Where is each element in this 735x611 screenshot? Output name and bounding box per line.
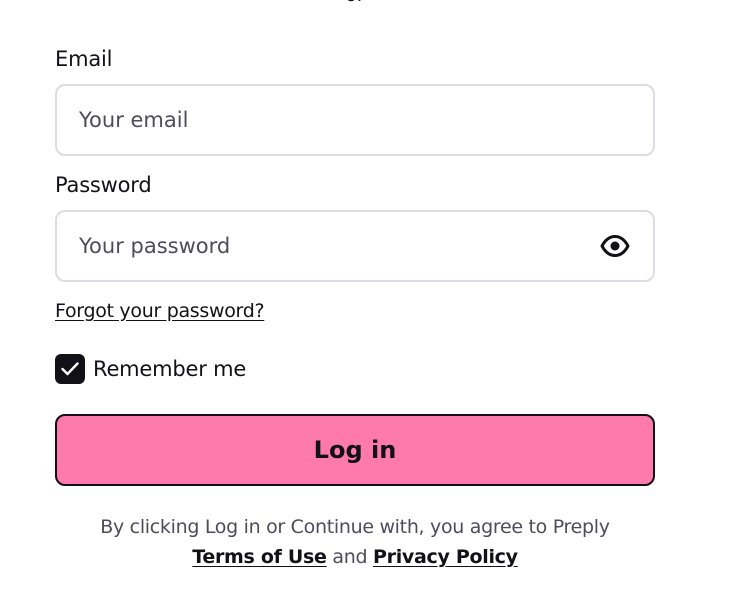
remember-me-checkbox-row[interactable]: Remember me <box>55 354 246 384</box>
terms-conjunction: and <box>332 546 368 568</box>
remember-me-label: Remember me <box>93 357 247 381</box>
login-button[interactable]: Log in <box>55 414 655 486</box>
password-field-container <box>55 210 655 282</box>
remember-me-checkbox[interactable] <box>55 354 85 384</box>
divider-text: or <box>55 0 655 6</box>
password-label: Password <box>55 173 152 197</box>
terms-notice-text: By clicking Log in or Continue with, you… <box>100 516 610 538</box>
password-field[interactable] <box>79 212 579 280</box>
forgot-password-link[interactable]: Forgot your password? <box>55 300 265 322</box>
email-label: Email <box>55 47 113 71</box>
show-password-button[interactable] <box>599 232 631 260</box>
eye-icon <box>600 235 630 257</box>
checkmark-icon <box>61 362 79 376</box>
email-field[interactable] <box>79 86 579 154</box>
terms-notice: By clicking Log in or Continue with, you… <box>55 512 655 572</box>
email-field-container <box>55 84 655 156</box>
privacy-policy-link[interactable]: Privacy Policy <box>373 546 518 568</box>
terms-of-use-link[interactable]: Terms of Use <box>192 546 327 568</box>
or-divider: or <box>55 0 655 10</box>
